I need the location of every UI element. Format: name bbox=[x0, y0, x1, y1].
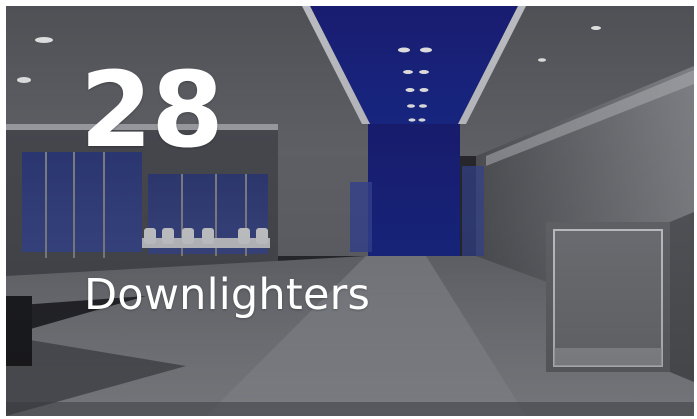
downlighters-tile[interactable]: 28 Downlighters bbox=[6, 6, 694, 416]
category-label: Downlighters bbox=[84, 270, 371, 320]
product-count: 28 bbox=[80, 49, 224, 171]
